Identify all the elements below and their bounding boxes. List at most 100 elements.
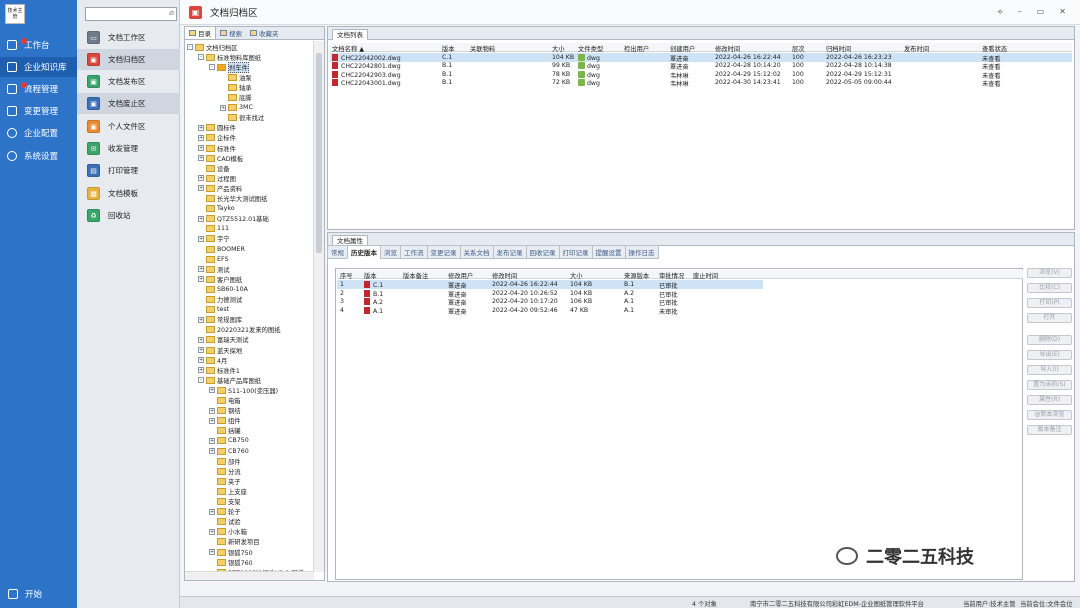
action-button[interactable]: 浏览(V) — [1027, 268, 1072, 278]
tree-node[interactable]: + 企标件 — [198, 133, 236, 143]
tree-horizontal-scrollbar[interactable] — [185, 571, 314, 580]
expand-toggle[interactable]: + — [198, 336, 204, 343]
tree-node[interactable]: 20220321发来的图纸 — [198, 325, 281, 335]
clear-icon[interactable]: ⌀ — [169, 8, 174, 17]
column-header[interactable]: 大小 — [570, 271, 583, 280]
sub-item-print[interactable]: ▤ 打印管理 — [77, 160, 180, 181]
tree-node[interactable]: 括罐 — [209, 426, 241, 436]
expand-toggle[interactable]: + — [198, 185, 204, 192]
expand-toggle[interactable]: + — [198, 175, 204, 182]
column-header[interactable]: 修改用户 — [448, 271, 473, 280]
column-header[interactable]: 创建用户 — [670, 44, 695, 53]
tree-node[interactable]: + 圆标件 — [198, 123, 236, 133]
tree-node[interactable]: + CB760 — [209, 446, 249, 456]
tree-node[interactable]: 油泵 — [220, 72, 252, 82]
column-header[interactable]: 检出用户 — [624, 44, 649, 53]
sub-item-deprecated[interactable]: ▣ 文档废止区 — [77, 93, 180, 114]
tree-node[interactable]: 底脚 — [220, 93, 252, 103]
tree-node[interactable]: SB60-10A — [198, 284, 248, 294]
tree-node[interactable]: + 标准件1 — [198, 365, 240, 375]
tree-node[interactable]: + QTZ5512.01基础 — [198, 214, 269, 224]
tree-node[interactable]: + CB750 — [209, 436, 249, 446]
sub-item-workspace[interactable]: ▭ 文档工作区 — [77, 27, 180, 48]
tree-node[interactable]: + 银狐750 — [209, 547, 253, 557]
action-button[interactable]: 置为当前(S) — [1027, 380, 1072, 390]
tree-node[interactable]: + 宇宁 — [198, 234, 230, 244]
tree-node[interactable]: 部件 — [209, 456, 241, 466]
close-button[interactable]: ✕ — [1059, 7, 1066, 17]
action-button[interactable]: 删除(D) — [1027, 335, 1072, 345]
expand-toggle[interactable]: + — [198, 124, 204, 131]
properties-tab[interactable]: 关系文档 — [459, 245, 493, 259]
column-header[interactable]: 废止时间 — [693, 271, 718, 280]
expand-toggle[interactable]: + — [198, 235, 204, 242]
tree-node[interactable]: + 小水箱 — [209, 527, 247, 537]
sub-item-archive[interactable]: ▣ 文档归档区 — [77, 49, 180, 70]
action-button[interactable]: 比较(C) — [1027, 283, 1072, 293]
tree-node[interactable]: +4月 — [198, 355, 227, 365]
minimize-button[interactable]: – — [1018, 7, 1022, 17]
tree-node[interactable]: + 蓝天探地 — [198, 345, 242, 355]
column-header[interactable]: 层次 — [792, 44, 805, 53]
table-row[interactable]: 4 A.1 覃进奋 2022-04-20 09:52:46 47 KB A.1 未审批 — [337, 306, 763, 316]
column-header[interactable]: 文档名称 ▲ — [332, 44, 364, 53]
tree-node[interactable]: + CAD模板 — [198, 153, 243, 163]
expand-toggle[interactable]: + — [198, 134, 204, 141]
tree-node[interactable]: + 标准件 — [198, 143, 236, 153]
tree-node[interactable]: + 轮子 — [209, 507, 241, 517]
nav-item-settings[interactable]: 系统设置 — [0, 146, 77, 166]
tree-node[interactable]: + 过程图 — [198, 173, 236, 183]
tree-node[interactable]: 很未找过 — [220, 113, 264, 123]
sub-item-personal[interactable]: ▣ 个人文件区 — [77, 116, 180, 137]
tree-node[interactable]: +3MC — [220, 103, 253, 113]
properties-tab[interactable]: 浏览 — [380, 245, 400, 259]
column-header[interactable]: 归档时间 — [826, 44, 851, 53]
nav-item-knowledge-base[interactable]: 企业知识库 — [0, 57, 77, 77]
properties-tab[interactable]: 提醒设置 — [591, 245, 625, 259]
expand-toggle[interactable]: + — [209, 549, 215, 555]
column-header[interactable]: 版本 — [364, 271, 377, 280]
tree-node[interactable]: 上支座 — [209, 486, 247, 496]
tree-node[interactable]: - 基础产品库图纸 — [198, 375, 261, 385]
tree-node[interactable]: + 富瑞天测试 — [198, 335, 248, 345]
tree-node[interactable]: 试验 — [209, 517, 241, 527]
expand-toggle[interactable]: + — [198, 266, 204, 273]
tree-node[interactable]: 111 — [198, 224, 229, 234]
tree-node[interactable]: + 常规图库 — [198, 315, 242, 325]
tree-node[interactable]: 电箱 — [209, 396, 241, 406]
tree-node[interactable]: test — [198, 305, 229, 315]
properties-tab[interactable]: 变更记录 — [426, 245, 460, 259]
expand-toggle[interactable]: + — [209, 437, 215, 444]
tree-vertical-scrollbar[interactable] — [313, 41, 324, 572]
table-row[interactable]: CHC22043001.dwg B.1 72 KB dwg 韦林琳 2022-04-30 … — [330, 78, 1072, 88]
action-button[interactable]: 导入(I) — [1027, 365, 1072, 375]
nav-item-workbench[interactable]: 工作台 — [0, 35, 77, 55]
sub-item-send-receive[interactable]: ✉ 收发管理 — [77, 138, 180, 159]
properties-tab[interactable]: 工作流 — [400, 245, 427, 259]
tree-node[interactable]: 夹子 — [209, 476, 241, 486]
properties-tab[interactable]: 回收记录 — [525, 245, 559, 259]
tree-node[interactable]: + 组件 — [209, 416, 241, 426]
expand-toggle[interactable]: - — [209, 64, 215, 71]
expand-toggle[interactable]: + — [209, 417, 215, 424]
tab-directory[interactable]: 目录 — [185, 27, 216, 39]
properties-tab[interactable]: 发布记录 — [492, 245, 526, 259]
tree-node[interactable]: - 刹车件 — [209, 61, 249, 73]
expand-toggle[interactable]: + — [198, 215, 204, 222]
tree-node[interactable]: 银狐760 — [209, 557, 253, 567]
tree-node[interactable]: 设备 — [198, 163, 230, 173]
tree-node[interactable]: BOOMER — [198, 244, 245, 254]
column-header[interactable]: 版本 — [442, 44, 455, 53]
expand-toggle[interactable]: + — [198, 316, 204, 323]
tree-node[interactable]: - 标准物料库图纸 — [198, 52, 261, 62]
expand-toggle[interactable]: + — [198, 347, 204, 353]
expand-toggle[interactable]: + — [209, 508, 215, 515]
action-button[interactable]: 属性(R) — [1027, 395, 1072, 405]
tree-node[interactable]: 轴承 — [220, 82, 252, 92]
tab-favorites[interactable]: 收藏夹 — [246, 27, 283, 39]
expand-toggle[interactable]: + — [198, 145, 204, 151]
action-button[interactable]: 版本备注 — [1027, 425, 1072, 435]
column-header[interactable]: 查看状态 — [982, 44, 1007, 53]
expand-toggle[interactable]: + — [209, 407, 215, 414]
nav-item-change[interactable]: 变更管理 — [0, 101, 77, 121]
